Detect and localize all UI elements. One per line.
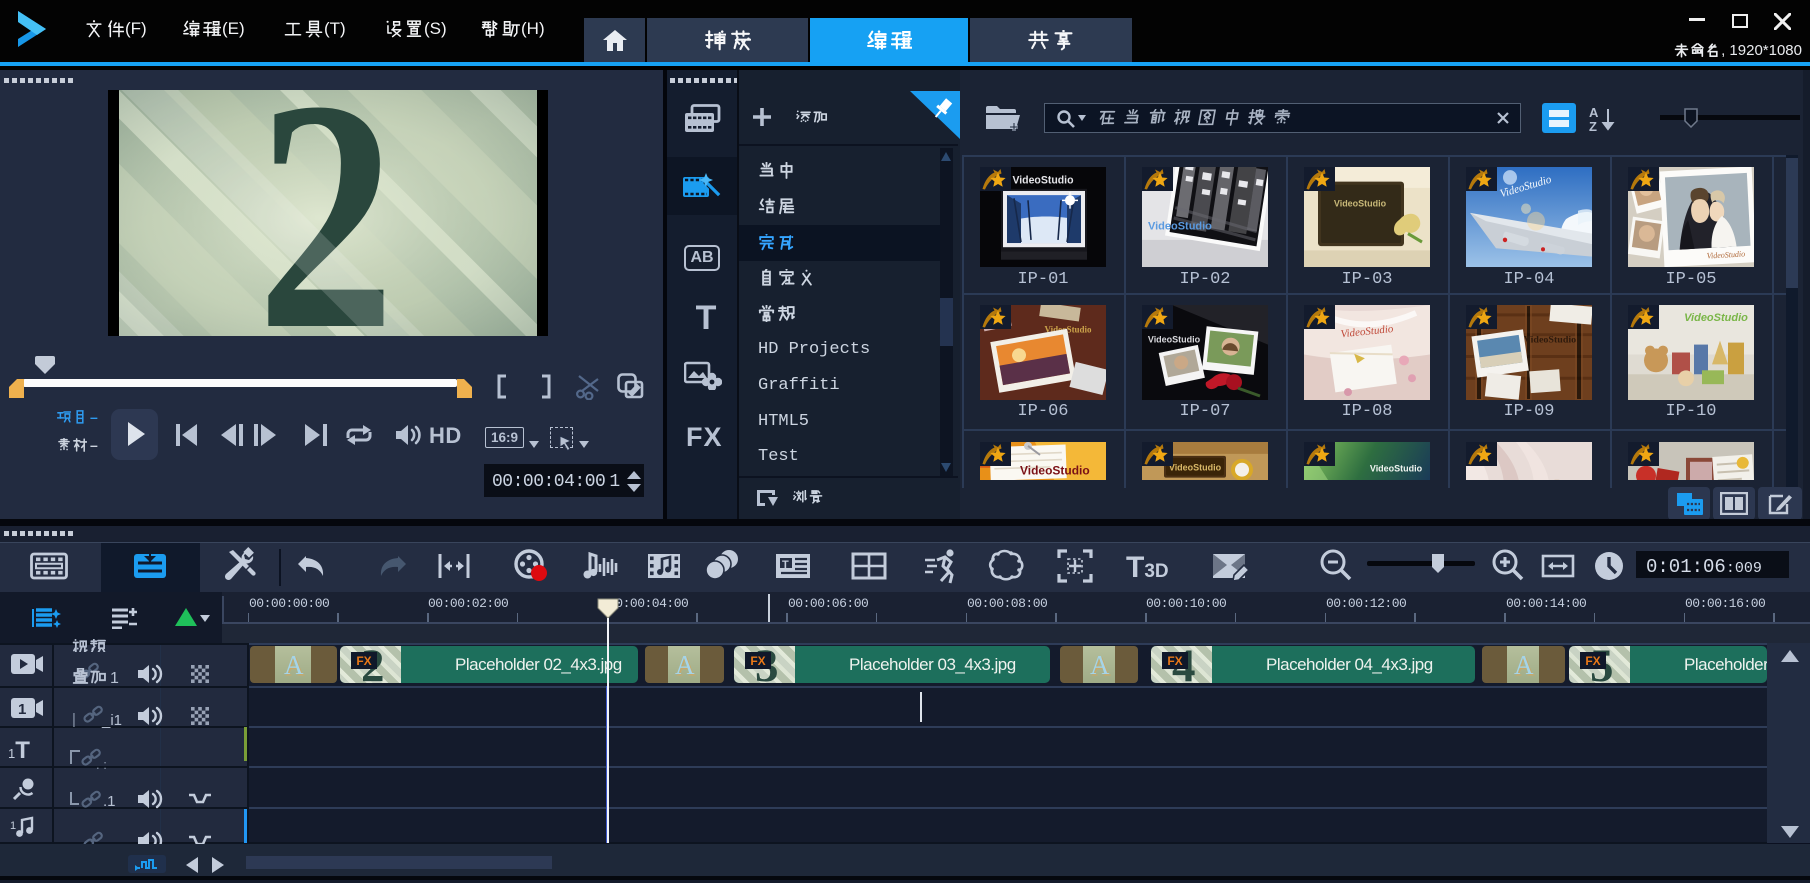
svg-text:VideoStudio: VideoStudio <box>1169 463 1222 473</box>
svg-text:VideoStudio: VideoStudio <box>1684 312 1748 324</box>
svg-text:1: 1 <box>10 820 16 832</box>
svg-text:VideoStudio: VideoStudio <box>1334 198 1387 208</box>
svg-text:VideoStudio: VideoStudio <box>1012 174 1073 186</box>
svg-text:1: 1 <box>18 701 26 718</box>
svg-text:A: A <box>1589 105 1599 120</box>
svg-text:T: T <box>782 559 789 571</box>
svg-text:VideoStudio: VideoStudio <box>1148 335 1201 345</box>
svg-text:VideoStudio: VideoStudio <box>1524 335 1576 346</box>
svg-text:VideoStudio: VideoStudio <box>1148 220 1212 232</box>
svg-text:VideoStudio: VideoStudio <box>1370 464 1423 474</box>
svg-text:VideoStudio: VideoStudio <box>1020 464 1090 478</box>
svg-text:Z: Z <box>1589 119 1597 133</box>
